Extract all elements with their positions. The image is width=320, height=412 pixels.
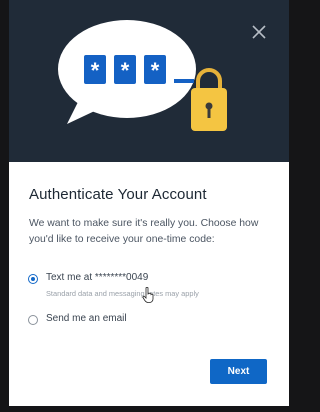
close-icon [252, 25, 266, 39]
padlock-icon [191, 68, 227, 131]
option-text-message-sublabel: Standard data and messaging rates may ap… [46, 289, 199, 298]
authentication-modal: * * * Authenticate Your Account We want … [9, 0, 289, 406]
hand-pointer-icon [142, 287, 154, 303]
option-email-label: Send me an email [46, 313, 127, 324]
password-illustration: * * * [58, 20, 227, 131]
masked-char-3: * [151, 58, 160, 83]
hero-banner: * * * [9, 0, 289, 162]
modal-title: Authenticate Your Account [29, 186, 207, 203]
radio-text-message[interactable] [28, 274, 38, 284]
masked-char-2: * [121, 58, 130, 83]
password-cursor [174, 79, 194, 83]
masked-char-1: * [91, 58, 100, 83]
modal-description: We want to make sure it's really you. Ch… [29, 218, 259, 245]
close-button[interactable] [249, 22, 269, 42]
option-text-message-label: Text me at ********0049 [46, 272, 149, 283]
next-button[interactable]: Next [210, 359, 267, 384]
radio-email[interactable] [28, 315, 38, 325]
